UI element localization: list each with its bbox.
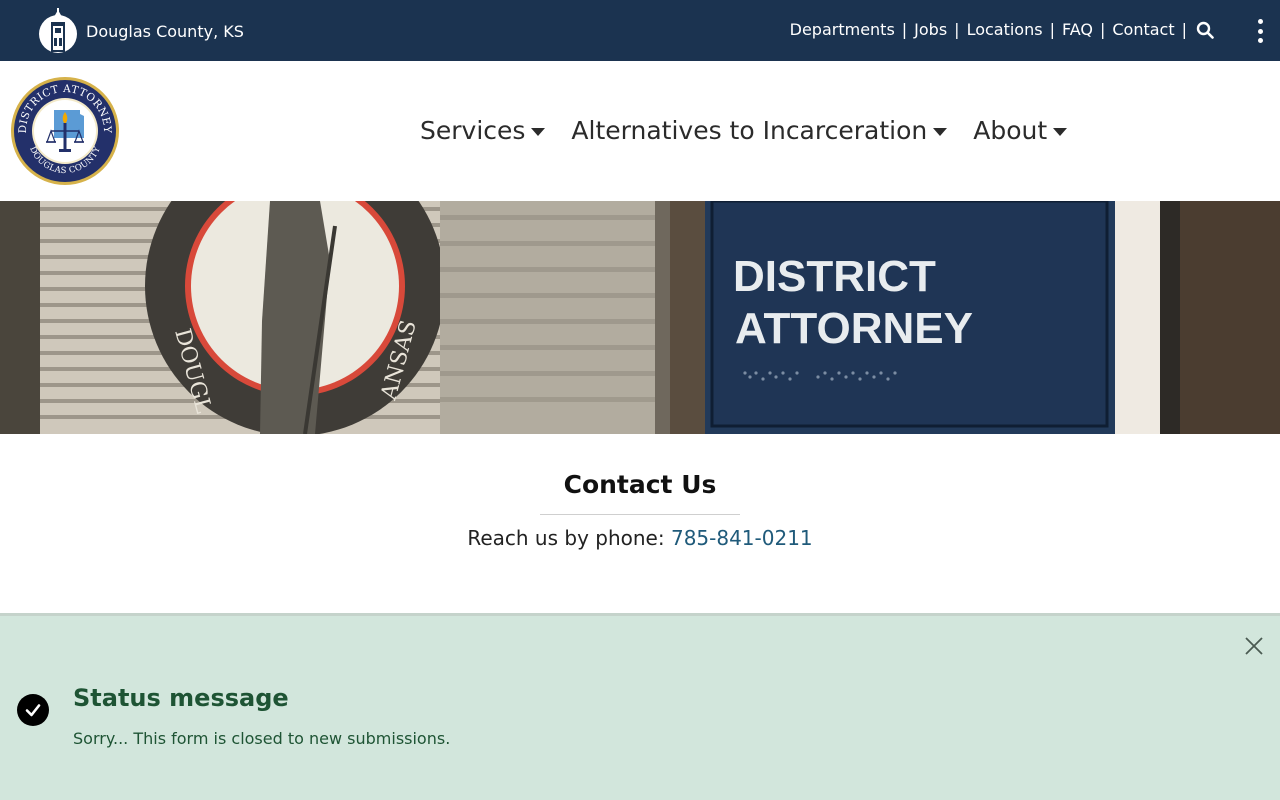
- hero-image: DOUGL ANSAS DISTRICT ATTORNEY: [0, 201, 1280, 434]
- courthouse-icon: [39, 8, 77, 53]
- phone-label: Reach us by phone:: [467, 526, 671, 550]
- contact-title: Contact Us: [563, 470, 717, 499]
- caret-down-icon: [1053, 127, 1068, 136]
- nav-services-label: Services: [420, 116, 526, 145]
- nav-services[interactable]: Services: [420, 116, 546, 145]
- utility-link-jobs[interactable]: Jobs: [914, 20, 947, 39]
- separator: |: [1049, 20, 1055, 39]
- utility-link-departments[interactable]: Departments: [790, 20, 895, 39]
- search-icon[interactable]: [1196, 21, 1214, 39]
- utility-link-contact[interactable]: Contact: [1112, 20, 1174, 39]
- top-utility-bar: Douglas County, KS Departments | Jobs | …: [0, 0, 1280, 61]
- dot: [1257, 19, 1263, 24]
- status-message: Status message Sorry... This form is clo…: [0, 613, 1280, 800]
- utility-link-faq[interactable]: FAQ: [1062, 20, 1093, 39]
- kebab-menu-icon[interactable]: [1252, 19, 1268, 43]
- utility-nav: Departments | Jobs | Locations | FAQ | C…: [790, 20, 1214, 39]
- contact-phone-line: Reach us by phone: 785-841-0211: [0, 526, 1280, 550]
- check-icon: [25, 704, 41, 717]
- divider: [540, 514, 740, 515]
- nav-about-label: About: [973, 116, 1048, 145]
- separator: |: [901, 20, 908, 39]
- dot: [1257, 38, 1263, 43]
- main-nav: Services Alternatives to Incarceration A…: [420, 116, 1093, 145]
- utility-link-locations[interactable]: Locations: [967, 20, 1043, 39]
- check-circle-icon: [17, 694, 49, 726]
- nav-alternatives-to-incarceration[interactable]: Alternatives to Incarceration: [571, 116, 948, 145]
- nav-about[interactable]: About: [973, 116, 1068, 145]
- dot: [1257, 28, 1263, 34]
- caret-down-icon: [531, 127, 546, 136]
- status-text: Sorry... This form is closed to new subm…: [73, 729, 451, 748]
- district-attorney-seal[interactable]: DISTRICT ATTORNEY DOUGLAS COUNTY: [10, 76, 120, 186]
- separator: |: [954, 20, 960, 39]
- site-header: DISTRICT ATTORNEY DOUGLAS COUNTY Service…: [0, 61, 1280, 201]
- separator: |: [1099, 20, 1106, 39]
- nav-alternatives-label: Alternatives to Incarceration: [571, 116, 928, 145]
- status-title: Status message: [73, 684, 289, 712]
- hero-sign-line2: ATTORNEY: [735, 304, 973, 353]
- county-name: Douglas County, KS: [86, 21, 244, 41]
- separator: |: [1181, 20, 1187, 39]
- close-icon[interactable]: [1244, 636, 1264, 656]
- caret-down-icon: [933, 127, 948, 136]
- county-home-link[interactable]: Douglas County, KS: [38, 8, 244, 54]
- phone-link[interactable]: 785-841-0211: [671, 526, 813, 550]
- hero-photo: DOUGL ANSAS DISTRICT ATTORNEY: [0, 201, 1280, 434]
- hero-sign-line1: DISTRICT: [733, 252, 936, 301]
